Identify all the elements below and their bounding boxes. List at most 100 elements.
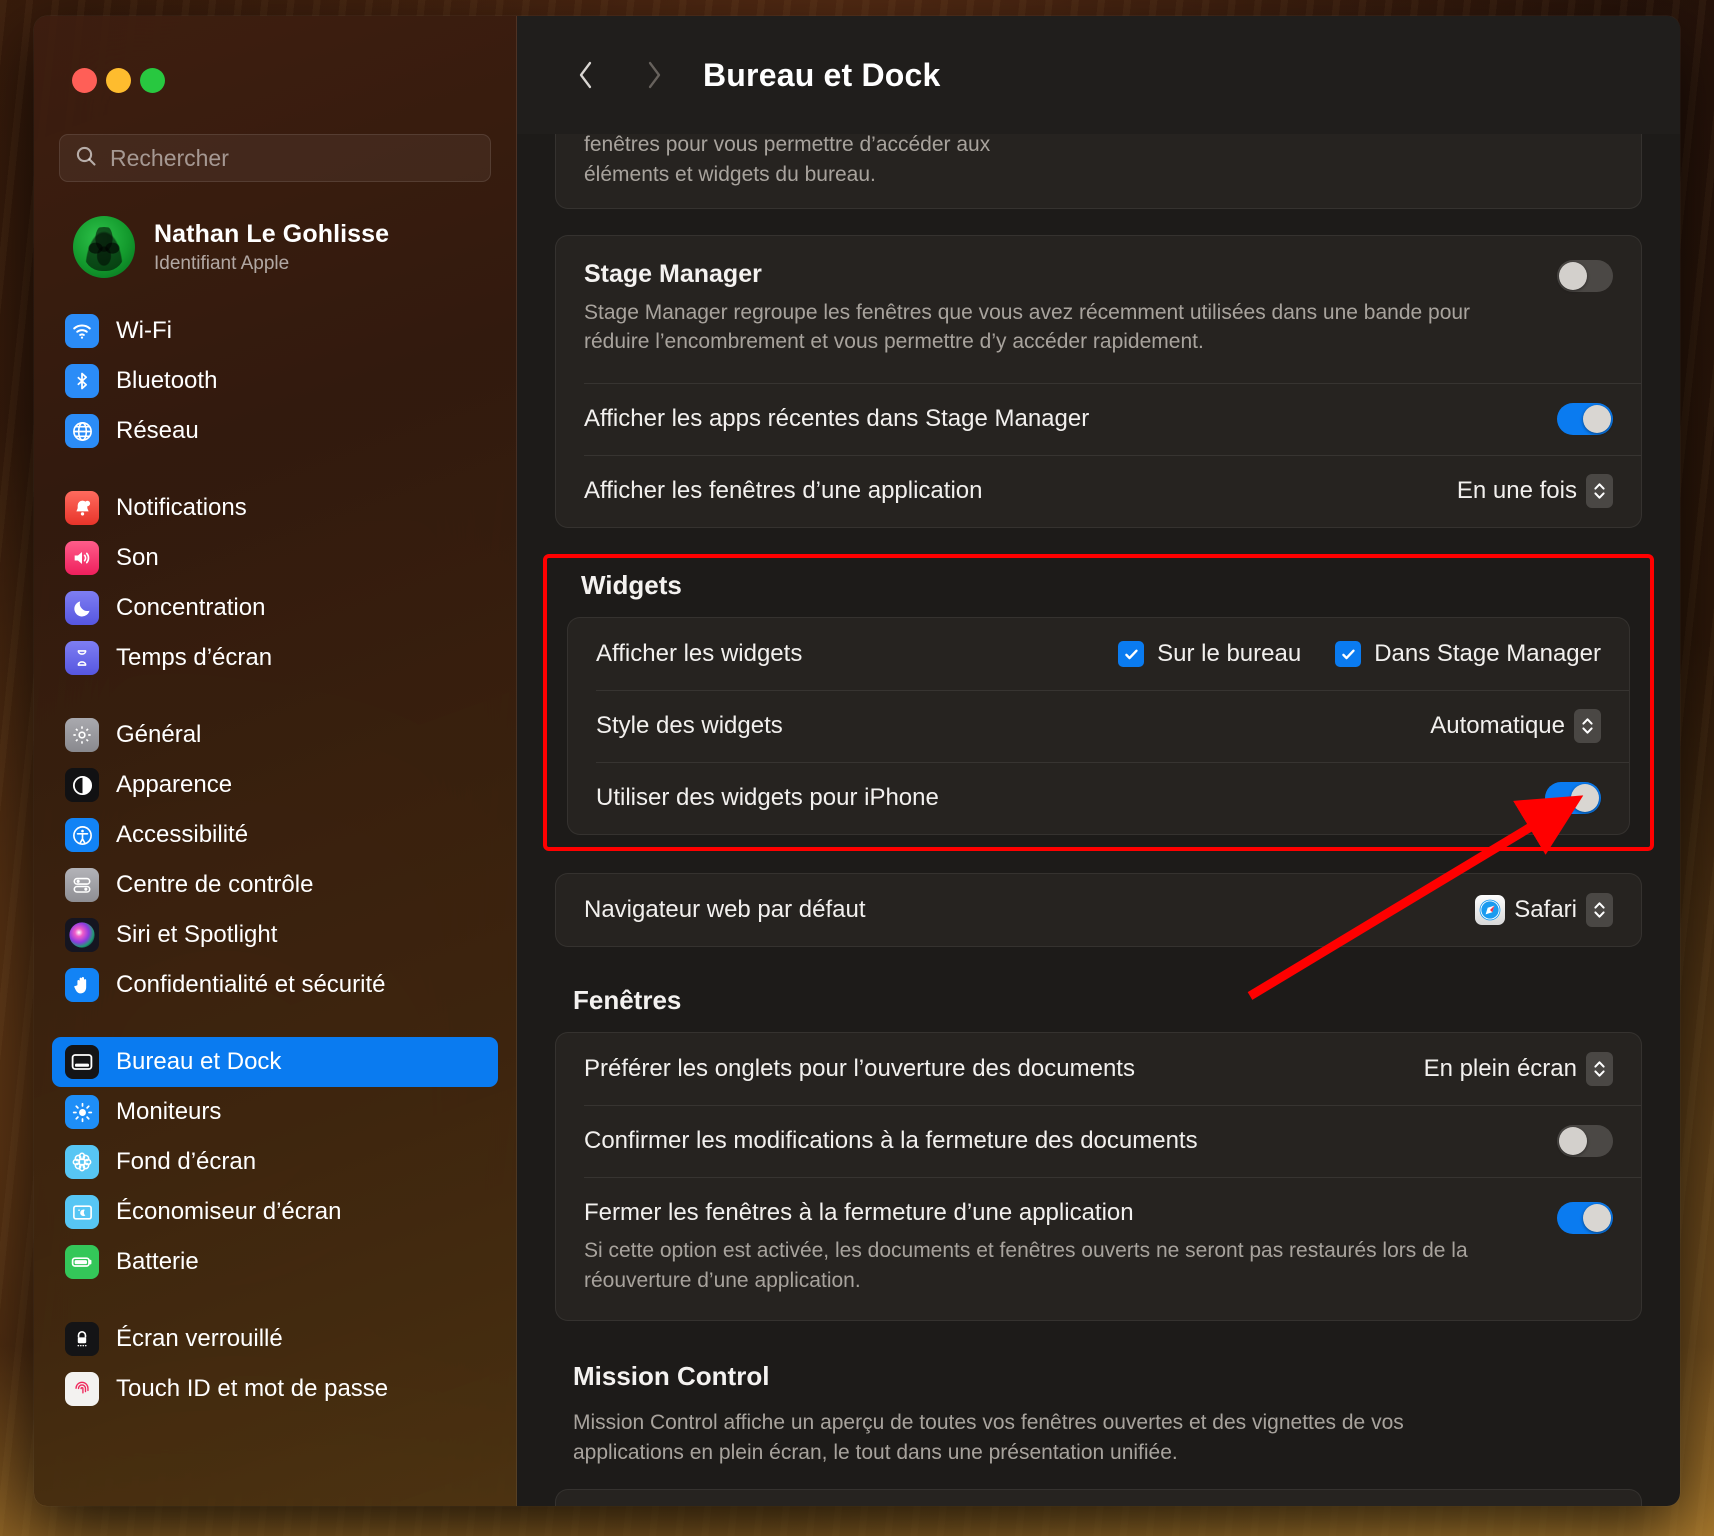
row-label: Confirmer les modifications à la fermetu… (584, 1127, 1198, 1155)
sidebar-item-focus[interactable]: Concentration (52, 583, 498, 633)
content-titlebar: Bureau et Dock (517, 16, 1680, 134)
row-widget-style[interactable]: Style des widgets Automatique (568, 690, 1629, 762)
account-name: Nathan Le Gohlisse (154, 219, 390, 248)
checkbox-sur-le-bureau[interactable]: Sur le bureau (1118, 640, 1301, 668)
checkmark-icon (1335, 641, 1362, 668)
sidebar-item-label: Accessibilité (116, 821, 249, 848)
minimize-button[interactable] (106, 68, 131, 93)
clipped-desc-line-1: fenêtres pour vous permettre d’accéder a… (584, 133, 991, 156)
sidebar-item-accessibility[interactable]: Accessibilité (52, 810, 498, 860)
close-button[interactable] (72, 68, 97, 93)
hourglass-icon (65, 641, 99, 675)
checkbox-label: Sur le bureau (1157, 640, 1302, 668)
sidebar-item-screensaver[interactable]: Économiseur d’écran (52, 1187, 498, 1237)
row-show-windows[interactable]: Afficher les fenêtres d’une application … (556, 455, 1641, 527)
row-iphone-widgets[interactable]: Utiliser des widgets pour iPhone (568, 762, 1629, 834)
safari-icon (1475, 895, 1506, 926)
confirm-changes-toggle[interactable] (1557, 1125, 1613, 1158)
prefer-tabs-popup[interactable]: En plein écran (1423, 1052, 1613, 1087)
sidebar-item-label: Siri et Spotlight (116, 921, 278, 948)
stage-manager-toggle[interactable] (1557, 259, 1613, 292)
sidebar-item-label: Général (116, 721, 202, 748)
row-default-browser[interactable]: Navigateur web par défaut Safari (556, 874, 1641, 946)
checkbox-dans-stage-manager[interactable]: Dans Stage Manager (1335, 640, 1601, 668)
chevron-updown-icon (1574, 709, 1601, 744)
default-browser-popup[interactable]: Safari (1475, 893, 1613, 928)
sidebar-item-appearance[interactable]: Apparence (52, 760, 498, 810)
widget-style-popup[interactable]: Automatique (1430, 709, 1601, 744)
sidebar-item-wallpaper[interactable]: Fond d’écran (52, 1137, 498, 1187)
sidebar-item-screentime[interactable]: Temps d’écran (52, 633, 498, 683)
appearance-icon (65, 768, 99, 802)
row-label: Afficher les widgets (596, 640, 803, 668)
nav-group-alerts: Notifications Son Concentration Temps d’… (52, 483, 498, 683)
sidebar-item-label: Moniteurs (116, 1098, 222, 1125)
windows-section-title: Fenêtres (573, 985, 682, 1016)
sidebar-item-label: Bluetooth (116, 367, 218, 394)
speaker-icon (65, 541, 99, 575)
sidebar-item-displays[interactable]: Moniteurs (52, 1087, 498, 1137)
sidebar-item-label: Wi-Fi (116, 317, 172, 344)
nav-group-display: Bureau et Dock Moniteurs Fond d’écran Éc… (52, 1037, 498, 1287)
widgets-checkbox-group: Sur le bureau Dans Stage Manager (1118, 640, 1601, 668)
screensaver-icon (65, 1195, 99, 1229)
sidebar-item-notifications[interactable]: Notifications (52, 483, 498, 533)
stage-manager-title: Stage Manager (584, 259, 762, 288)
recent-apps-toggle[interactable] (1557, 403, 1613, 436)
widgets-section-title: Widgets (581, 570, 682, 601)
forward-button[interactable] (627, 48, 681, 102)
sidebar-item-privacy-security[interactable]: Confidentialité et sécurité (52, 960, 498, 1010)
search-field[interactable] (59, 134, 491, 182)
row-show-widgets[interactable]: Afficher les widgets Sur le bureau Dans … (568, 618, 1629, 690)
touchid-icon (65, 1372, 99, 1406)
search-icon (74, 144, 98, 173)
sidebar-item-general[interactable]: Général (52, 710, 498, 760)
row-label: Utiliser des widgets pour iPhone (596, 784, 939, 812)
sidebar-item-touchid-password[interactable]: Touch ID et mot de passe (52, 1364, 498, 1414)
accessibility-icon (65, 818, 99, 852)
row-prefer-tabs[interactable]: Préférer les onglets pour l’ouverture de… (556, 1033, 1641, 1105)
sidebar-item-wifi[interactable]: Wi-Fi (52, 306, 498, 356)
sidebar-item-sound[interactable]: Son (52, 533, 498, 583)
row-confirm-changes[interactable]: Confirmer les modifications à la fermetu… (556, 1105, 1641, 1177)
back-button[interactable] (559, 48, 613, 102)
control-center-icon (65, 868, 99, 902)
sidebar-item-label: Centre de contrôle (116, 871, 314, 898)
sidebar-item-battery[interactable]: Batterie (52, 1237, 498, 1287)
sidebar-item-control-center[interactable]: Centre de contrôle (52, 860, 498, 910)
bell-icon (65, 491, 99, 525)
sidebar-item-bureau-et-dock[interactable]: Bureau et Dock (52, 1037, 498, 1087)
row-close-windows[interactable]: Fermer les fenêtres à la fermeture d’une… (556, 1177, 1641, 1320)
row-recent-apps[interactable]: Afficher les apps récentes dans Stage Ma… (556, 383, 1641, 455)
sidebar-item-label: Économiseur d’écran (116, 1198, 342, 1225)
row-label: Afficher les fenêtres d’une application (584, 477, 983, 505)
sidebar: Nathan Le Gohlisse Identifiant Apple Wi-… (34, 16, 517, 1506)
sidebar-item-label: Réseau (116, 417, 199, 444)
sidebar-item-network[interactable]: Réseau (52, 406, 498, 456)
sidebar-item-label: Temps d’écran (116, 644, 273, 671)
sidebar-item-lock-screen[interactable]: Écran verrouillé (52, 1314, 498, 1364)
settings-scroll-area[interactable]: fenêtres pour vous permettre d’accéder a… (517, 120, 1680, 1506)
windows-section: Fenêtres Préférer les onglets pour l’ouv… (555, 985, 1642, 1321)
search-input[interactable] (110, 144, 476, 172)
sidebar-item-bluetooth[interactable]: Bluetooth (52, 356, 498, 406)
moon-icon (65, 591, 99, 625)
apple-account-row[interactable]: Nathan Le Gohlisse Identifiant Apple (65, 210, 498, 284)
sidebar-item-label: Touch ID et mot de passe (116, 1375, 389, 1402)
close-windows-toggle[interactable] (1557, 1202, 1613, 1235)
chevron-updown-icon (1586, 1052, 1613, 1087)
page-title: Bureau et Dock (703, 56, 941, 93)
gear-icon (65, 718, 99, 752)
sidebar-item-label: Notifications (116, 494, 247, 521)
zoom-button[interactable] (140, 68, 165, 93)
windows-card: Préférer les onglets pour l’ouverture de… (555, 1032, 1642, 1321)
row-label: Fermer les fenêtres à la fermeture d’une… (584, 1199, 1134, 1227)
stage-manager-card: Stage Manager Stage Manager regroupe les… (555, 234, 1642, 529)
iphone-widgets-toggle[interactable] (1545, 782, 1601, 815)
hand-icon (65, 968, 99, 1002)
mission-control-card (555, 1488, 1642, 1506)
popup-value: En plein écran (1423, 1055, 1577, 1083)
sidebar-item-siri-spotlight[interactable]: Siri et Spotlight (52, 910, 498, 960)
lock-icon (65, 1322, 99, 1356)
show-windows-popup[interactable]: En une fois (1457, 474, 1613, 509)
